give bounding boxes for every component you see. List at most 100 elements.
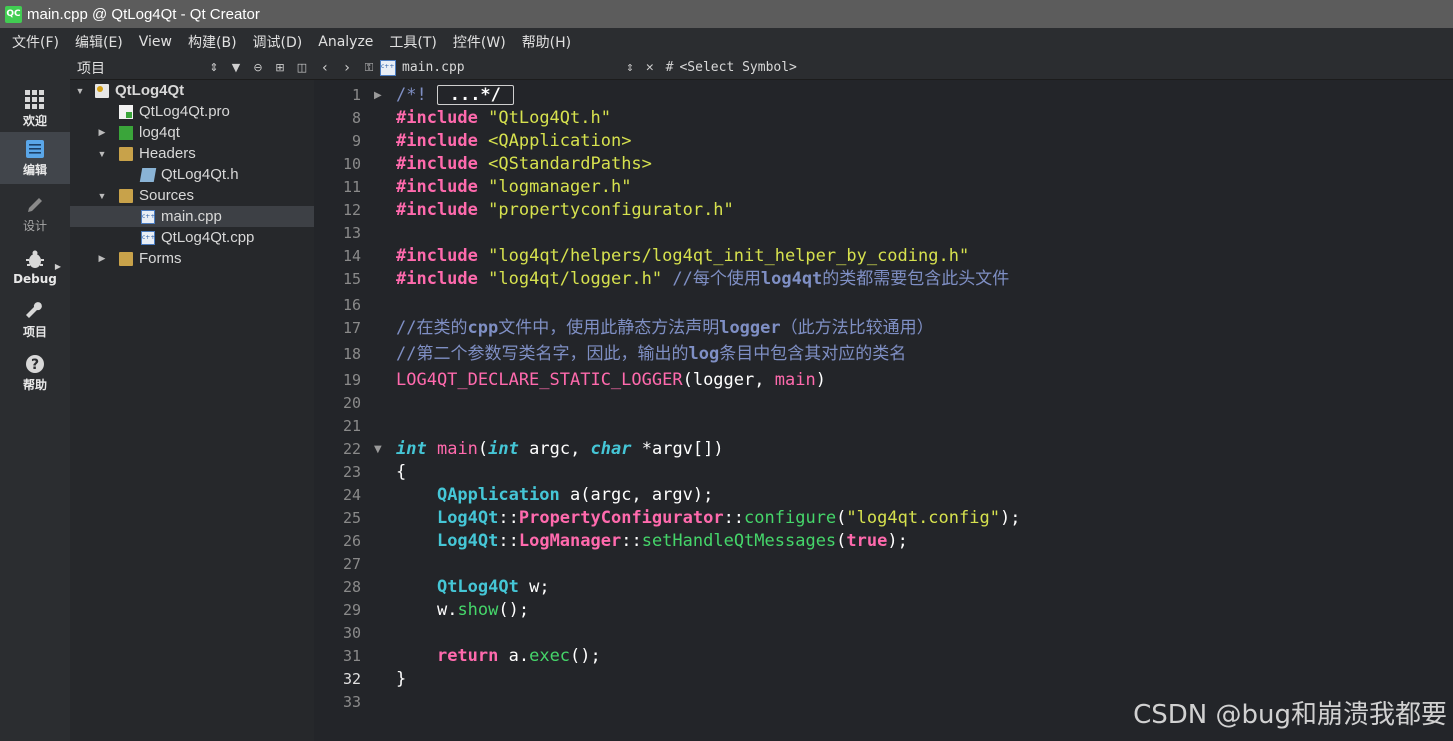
collapse-arrow-icon[interactable]: ▶ [97, 253, 107, 264]
punct: ) [815, 370, 826, 390]
mode-projects[interactable]: 项目 [0, 294, 70, 346]
class-name: LogManager [518, 531, 622, 551]
menu-edit[interactable]: 编辑(E) [67, 32, 131, 52]
fold-expand-icon[interactable]: ▶ [374, 84, 382, 107]
tree-item-main-cpp[interactable]: main.cpp [70, 206, 314, 227]
code-line-10: #include <QStandardPaths> [396, 153, 652, 176]
fold-collapse-icon[interactable]: ▼ [374, 438, 382, 461]
forward-arrow-icon[interactable]: › [336, 60, 358, 76]
tree-item-label: QtLog4Qt.h [161, 166, 239, 183]
line-number: 20 [342, 394, 361, 412]
identifier: w; [518, 577, 550, 597]
tree-item-headers[interactable]: ▼ Headers [70, 143, 314, 164]
mode-bar: 欢迎 编辑 设计 Debug ▶ 项目 ? 帮助 [0, 56, 70, 741]
keyword: true [846, 531, 888, 551]
pro-file-icon [119, 104, 133, 119]
split-icon[interactable]: ⊞ [269, 61, 291, 74]
keyword: int [488, 439, 519, 459]
combo-arrows-icon[interactable]: ⇕ [620, 60, 640, 75]
line-number: 14 [342, 247, 361, 265]
punct: ); [887, 531, 908, 551]
menu-analyze[interactable]: Analyze [310, 34, 381, 50]
close-document-icon[interactable]: ✕ [640, 60, 660, 75]
project-view-combo[interactable]: 项目 [77, 58, 203, 78]
string: "log4qt.config" [846, 508, 1000, 528]
editor-toolbar: ‹ › ⚿ main.cpp ⇕ ✕ # <Select Symbol> [314, 56, 1453, 80]
open-file-combo[interactable]: main.cpp [380, 59, 620, 76]
identifier: argc, [518, 439, 591, 459]
menu-widgets[interactable]: 控件(W) [445, 32, 514, 52]
menu-build[interactable]: 构建(B) [180, 32, 245, 52]
function-name: main [436, 439, 478, 459]
string: <QApplication> [488, 131, 632, 151]
tree-item-forms[interactable]: ▶ Forms [70, 248, 314, 269]
tree-item-project[interactable]: ▼ QtLog4Qt [70, 80, 314, 101]
punct: ( [836, 508, 847, 528]
punct: :: [621, 531, 642, 551]
menu-tools[interactable]: 工具(T) [381, 32, 444, 52]
expand-arrow-icon[interactable]: ▼ [97, 149, 107, 159]
tree-item-pro-file[interactable]: QtLog4Qt.pro [70, 101, 314, 122]
back-arrow-icon[interactable]: ‹ [314, 60, 336, 76]
mode-debug[interactable]: Debug ▶ [0, 242, 70, 294]
grid-icon [25, 89, 44, 109]
collapse-arrow-icon[interactable]: ▶ [97, 127, 107, 138]
mode-help[interactable]: ? 帮助 [0, 347, 70, 399]
code-line-18: //第二个参数写类名字，因此，输出的log条目中包含其对应的类名 [396, 343, 906, 366]
tree-item-sources[interactable]: ▼ Sources [70, 185, 314, 206]
submenu-arrow-icon[interactable]: ▶ [55, 262, 61, 271]
line-number: 22 [342, 440, 361, 458]
string: "logmanager.h" [488, 177, 632, 197]
bug-icon [26, 250, 44, 268]
expand-arrow-icon[interactable]: ▼ [97, 191, 107, 201]
keyword: int [396, 439, 427, 459]
code-line-15: #include "log4qt/logger.h" //每个使用log4qt的… [396, 268, 1009, 291]
menu-help[interactable]: 帮助(H) [514, 32, 579, 52]
mode-edit-label: 编辑 [22, 162, 47, 177]
cpp-file-icon [141, 230, 155, 245]
symbol-combo[interactable]: <Select Symbol> [679, 60, 796, 75]
code-line-17: //在类的cpp文件中，使用此静态方法声明logger（此方法比较通用） [396, 317, 934, 340]
code-line-12: #include "propertyconfigurator.h" [396, 199, 734, 222]
close-pane-icon[interactable]: ◫ [291, 61, 313, 74]
menu-view[interactable]: View [131, 34, 180, 50]
comment: log [688, 344, 720, 364]
filter-icon[interactable]: ▼ [225, 61, 247, 74]
comment: 条目中包含其对应的类名 [719, 344, 907, 364]
comment: 的类都需要包含此头文件 [822, 269, 1010, 289]
punct: { [396, 462, 407, 482]
menu-file[interactable]: 文件(F) [4, 32, 67, 52]
folder-icon [119, 146, 133, 161]
line-number: 31 [342, 647, 361, 665]
preprocessor: #include [396, 154, 478, 174]
preprocessor: #include [396, 269, 478, 289]
tree-item-label: main.cpp [161, 208, 222, 225]
tree-item-header-file[interactable]: QtLog4Qt.h [70, 164, 314, 185]
document-icon [26, 139, 44, 158]
line-number: 15 [342, 270, 361, 288]
line-number: 26 [342, 532, 361, 550]
identifier: *argv[]) [631, 439, 724, 459]
mode-design[interactable]: 设计 [0, 188, 70, 240]
expand-arrow-icon[interactable]: ▼ [75, 86, 85, 96]
preprocessor: #include [396, 131, 478, 151]
punct: :: [723, 508, 745, 528]
mode-edit[interactable]: 编辑 [0, 132, 70, 184]
combo-arrows-icon[interactable]: ⇕ [203, 61, 225, 74]
menu-debug[interactable]: 调试(D) [245, 32, 311, 52]
collapsed-block[interactable]: ...*/ [436, 85, 514, 105]
mode-help-label: 帮助 [22, 377, 47, 392]
code-line-22: int main(int argc, char *argv[]) [396, 438, 724, 461]
lock-icon[interactable]: ⚿ [358, 61, 380, 75]
code-line-32: } [396, 668, 406, 691]
line-number: 11 [342, 178, 361, 196]
punct: (); [498, 600, 530, 620]
mode-debug-label: Debug [13, 272, 57, 286]
link-icon[interactable]: ⊖ [247, 61, 269, 74]
mode-design-label: 设计 [22, 218, 47, 233]
class-name: PropertyConfigurator [518, 508, 724, 528]
mode-welcome[interactable]: 欢迎 [0, 83, 70, 135]
tree-item-qtlog4qt-cpp[interactable]: QtLog4Qt.cpp [70, 227, 314, 248]
tree-item-log4qt[interactable]: ▶ log4qt [70, 122, 314, 143]
comment: //第二个参数写类名字，因此，输出的 [396, 344, 689, 364]
